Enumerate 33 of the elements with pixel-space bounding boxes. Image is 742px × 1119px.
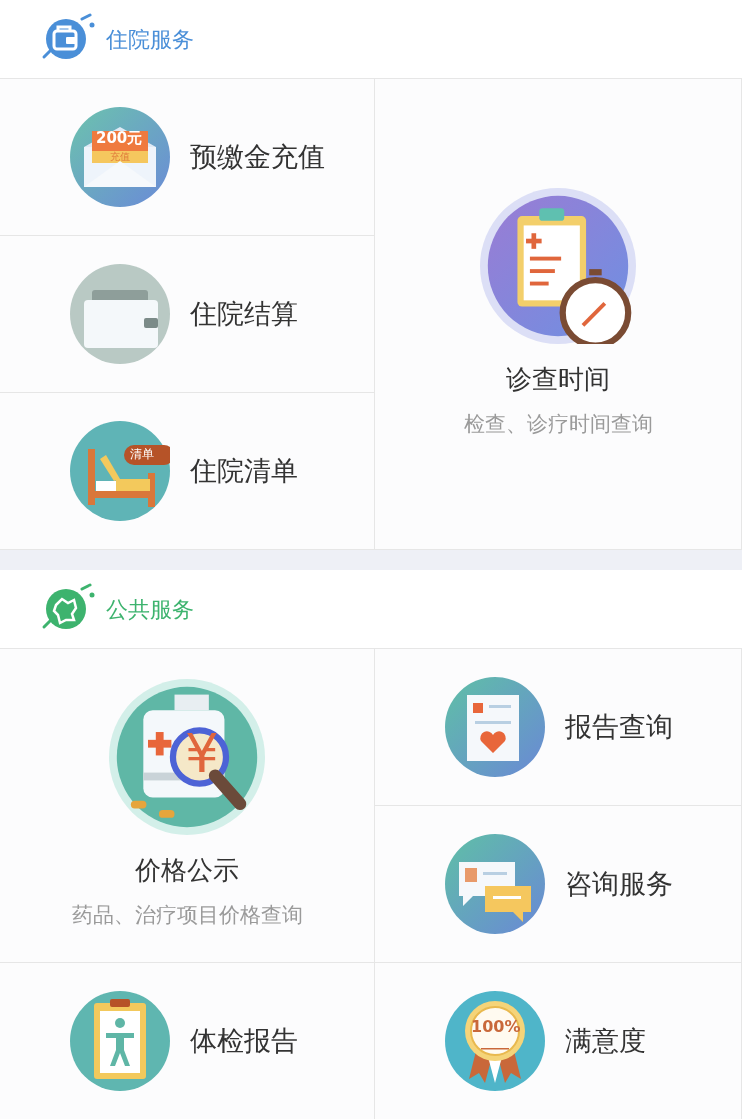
icon-label: 充值	[110, 152, 130, 162]
section-title: 住院服务	[106, 25, 194, 54]
service-title: 报告查询	[565, 709, 673, 744]
service-tile[interactable]: 报告查询	[375, 649, 742, 806]
service-subtitle: 药品、治疗项目价格查询	[71, 902, 303, 930]
medicine-magnifier-icon	[109, 679, 265, 836]
service-title: 住院清单	[190, 453, 298, 488]
service-title: 诊查时间	[506, 362, 610, 396]
service-tile[interactable]: 200元 充值 预缴金充值	[0, 79, 375, 236]
icon-label: 清单	[130, 448, 154, 460]
chat-bubbles-icon	[445, 834, 545, 934]
clipboard-figure-icon	[70, 991, 170, 1091]
icon-label: 200元	[96, 131, 143, 146]
service-tile[interactable]: 咨询服务	[375, 806, 742, 963]
envelope-icon	[70, 107, 170, 207]
bed-icon	[70, 421, 170, 521]
service-subtitle: 检查、诊疗时间查询	[463, 410, 653, 438]
medal-icon	[445, 991, 545, 1091]
icon-label: ¥	[185, 727, 219, 781]
service-title: 价格公示	[135, 854, 239, 888]
service-tile[interactable]: 清单 住院清单	[0, 393, 375, 550]
service-title: 预缴金充值	[190, 139, 325, 174]
service-tile[interactable]: 住院结算	[0, 236, 375, 393]
service-title: 咨询服务	[565, 866, 673, 901]
clipboard-stopwatch-icon	[480, 187, 636, 344]
service-title: 满意度	[565, 1023, 646, 1058]
section-title: 公共服务	[106, 595, 194, 624]
wallet-icon	[70, 264, 170, 364]
service-tile[interactable]: 体检报告	[0, 963, 375, 1119]
service-title: 体检报告	[190, 1023, 298, 1058]
service-tile[interactable]: 诊查时间 检查、诊疗时间查询	[375, 79, 742, 550]
service-tile[interactable]: ¥ 价格公示 药品、治疗项目价格查询	[0, 649, 375, 963]
service-title: 住院结算	[190, 296, 298, 331]
